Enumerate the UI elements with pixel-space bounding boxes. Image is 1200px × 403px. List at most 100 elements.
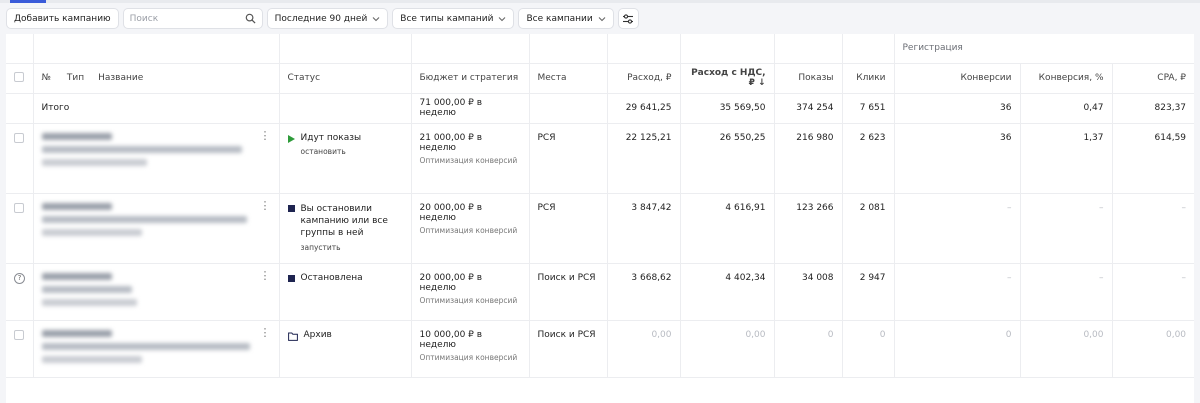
- total-budget: 71 000,00 ₽ в неделю: [411, 93, 530, 124]
- stop-icon: [287, 274, 295, 282]
- toolbar: Добавить кампанию Последние 90 дней Все …: [6, 8, 639, 29]
- total-row: Итого 71 000,00 ₽ в неделю 29 641,25 35 …: [6, 93, 1195, 124]
- more-vertical-icon[interactable]: ⋮: [260, 327, 271, 338]
- spend-value: 3 668,62: [607, 263, 681, 321]
- conv-rate-value: 0,00: [1020, 320, 1113, 378]
- period-label: Последние 90 дней: [274, 13, 368, 24]
- col-clicks[interactable]: Клики: [842, 63, 895, 94]
- budget-value: 21 000,00 ₽ в неделю: [419, 132, 483, 153]
- search-icon[interactable]: [245, 13, 256, 24]
- status-text: Остановлена: [300, 272, 363, 283]
- campaigns-label: Все кампании: [526, 13, 593, 24]
- col-conv-rate[interactable]: Конверсия, %: [1020, 63, 1113, 94]
- play-icon: [287, 134, 295, 143]
- clicks-value: 2 623: [842, 123, 895, 194]
- active-tab-indicator: [10, 0, 46, 3]
- places-value: Поиск и РСЯ: [529, 320, 608, 378]
- stop-icon: [287, 204, 295, 212]
- impressions-value: 123 266: [774, 193, 843, 264]
- search-input[interactable]: [129, 9, 240, 28]
- folder-icon: [287, 332, 298, 341]
- spend-vat-value: 0,00: [680, 320, 775, 378]
- clicks-value: 2 947: [842, 263, 895, 321]
- budget-value: 10 000,00 ₽ в неделю: [419, 329, 483, 350]
- start-link[interactable]: запустить: [301, 243, 403, 252]
- chevron-down-icon: [499, 16, 506, 21]
- more-vertical-icon[interactable]: ⋮: [260, 130, 271, 141]
- stop-link[interactable]: остановить: [301, 147, 362, 156]
- campaigns-table: Регистрация № Тип Название Статус Бюджет и…: [6, 34, 1195, 378]
- col-status[interactable]: Статус: [279, 63, 412, 94]
- campaigns-select[interactable]: Все кампании: [518, 8, 614, 29]
- spend-value: 0,00: [607, 320, 681, 378]
- spend-value: 22 125,21: [607, 123, 681, 194]
- conversions-value: –: [894, 193, 1021, 264]
- status-text: Вы остановили кампанию или все группы в …: [300, 203, 388, 238]
- total-spend: 29 641,25: [607, 93, 681, 124]
- period-select[interactable]: Последние 90 дней: [266, 8, 389, 29]
- cpa-value: –: [1112, 193, 1195, 264]
- total-clicks: 7 651: [842, 93, 895, 124]
- col-cpa[interactable]: CPA, ₽: [1112, 63, 1195, 94]
- spend-vat-value: 4 402,34: [680, 263, 775, 321]
- spend-value: 3 847,42: [607, 193, 681, 264]
- total-label: Итого: [33, 93, 280, 124]
- row-checkbox[interactable]: [14, 202, 24, 213]
- total-conversions: 36: [894, 93, 1021, 124]
- col-budget[interactable]: Бюджет и стратегия: [411, 63, 530, 94]
- budget-value: 20 000,00 ₽ в неделю: [419, 202, 483, 223]
- help-icon[interactable]: ?: [14, 272, 25, 284]
- impressions-value: 216 980: [774, 123, 843, 194]
- conv-rate-value: –: [1020, 193, 1113, 264]
- campaign-types-select[interactable]: Все типы кампаний: [392, 8, 515, 29]
- conv-rate-value: –: [1020, 263, 1113, 321]
- col-spend[interactable]: Расход, ₽: [607, 63, 681, 94]
- group-header-registration: Регистрация: [894, 34, 1195, 64]
- add-campaign-label: Добавить кампанию: [14, 13, 111, 24]
- search-box[interactable]: [122, 8, 263, 29]
- status-text: Архив: [303, 329, 332, 340]
- col-places[interactable]: Места: [529, 63, 608, 94]
- table-row[interactable]: ⋮ Архив 10 000,00 ₽ в неделю Оптимизация …: [6, 320, 1195, 378]
- col-spend-vat[interactable]: Расход с НДС, ₽ ↓: [680, 63, 775, 94]
- header-group-row: Регистрация: [6, 34, 1195, 64]
- spend-vat-value: 26 550,25: [680, 123, 775, 194]
- impressions-value: 0: [774, 320, 843, 378]
- strategy-value: Оптимизация конверсий: [419, 155, 518, 165]
- clicks-value: 2 081: [842, 193, 895, 264]
- table-row[interactable]: ? ⋮ Остановлена 20 000,00 ₽ в неделю Опти…: [6, 263, 1195, 321]
- conversions-value: –: [894, 263, 1021, 321]
- clicks-value: 0: [842, 320, 895, 378]
- row-checkbox[interactable]: [14, 329, 24, 340]
- campaigns-table-panel: Регистрация № Тип Название Статус Бюджет и…: [6, 34, 1195, 403]
- cpa-value: 614,59: [1112, 123, 1195, 194]
- strategy-value: Оптимизация конверсий: [419, 352, 518, 362]
- more-vertical-icon[interactable]: ⋮: [260, 200, 271, 211]
- more-vertical-icon[interactable]: ⋮: [260, 270, 271, 281]
- strategy-value: Оптимизация конверсий: [419, 225, 518, 235]
- row-checkbox[interactable]: [14, 132, 24, 143]
- campaign-name-redacted: [41, 202, 271, 236]
- select-all-checkbox[interactable]: [14, 71, 24, 82]
- spend-vat-value: 4 616,91: [680, 193, 775, 264]
- places-value: РСЯ: [529, 193, 608, 264]
- table-row[interactable]: ⋮ Идут показы остановить 21 000,00 ₽ в не…: [6, 123, 1195, 194]
- campaign-name-redacted: [41, 132, 271, 166]
- conversions-value: 36: [894, 123, 1021, 194]
- places-value: РСЯ: [529, 123, 608, 194]
- col-impressions[interactable]: Показы: [774, 63, 843, 94]
- col-conversions[interactable]: Конверсии: [894, 63, 1021, 94]
- table-row[interactable]: ⋮ Вы остановили кампанию или все группы …: [6, 193, 1195, 264]
- filter-settings-button[interactable]: [617, 8, 639, 29]
- add-campaign-button[interactable]: Добавить кампанию: [6, 8, 119, 29]
- col-name[interactable]: Название: [98, 73, 143, 83]
- top-tab-strip: [0, 0, 1200, 3]
- conversions-value: 0: [894, 320, 1021, 378]
- col-num[interactable]: №: [42, 73, 51, 83]
- impressions-value: 34 008: [774, 263, 843, 321]
- total-spend-vat: 35 569,50: [680, 93, 775, 124]
- col-type[interactable]: Тип: [67, 73, 84, 83]
- places-value: Поиск и РСЯ: [529, 263, 608, 321]
- status-text: Идут показы: [300, 132, 362, 143]
- total-cpa: 823,37: [1112, 93, 1195, 124]
